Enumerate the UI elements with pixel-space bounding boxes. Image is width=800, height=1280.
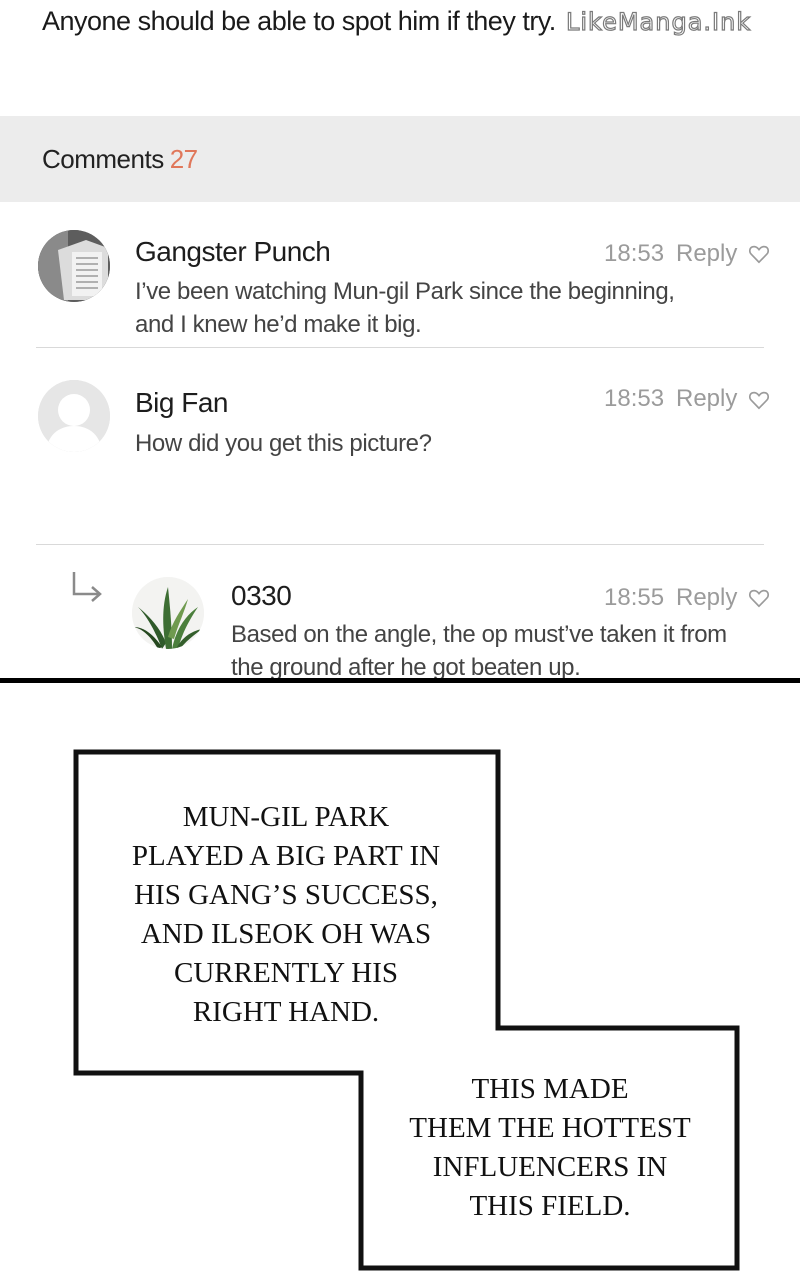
reply-button[interactable]: Reply bbox=[676, 584, 737, 612]
comments-header: Comments 27 bbox=[0, 116, 800, 202]
narration-line: THIS MADE bbox=[471, 1073, 629, 1105]
narration-line: CURRENTLY HIS bbox=[174, 957, 398, 989]
comment-line: I’ve been watching Mun-gil Park since th… bbox=[135, 278, 675, 305]
watermark: LikeManga.Ink bbox=[565, 7, 752, 36]
reply-button[interactable]: Reply bbox=[676, 385, 737, 413]
comment-screen-panel: Anyone should be able to spot him if the… bbox=[0, 0, 800, 680]
default-user-icon bbox=[38, 380, 110, 452]
avatar[interactable] bbox=[38, 380, 110, 452]
narration-line: AND ILSEOK OH WAS bbox=[140, 918, 432, 950]
comment-text: Based on the angle, the op must’ve taken… bbox=[231, 618, 727, 680]
comments-label: Comments bbox=[42, 144, 164, 174]
plant-avatar-icon bbox=[132, 577, 204, 649]
comment-time: 18:53 bbox=[604, 385, 665, 412]
photo-avatar-icon bbox=[38, 230, 110, 302]
comment-author[interactable]: Big Fan bbox=[135, 387, 229, 419]
comment-line: How did you get this picture? bbox=[135, 430, 432, 457]
narration-line: PLAYED A BIG PART IN bbox=[131, 840, 441, 872]
reply-arrow-icon bbox=[72, 572, 102, 602]
heart-icon[interactable] bbox=[748, 587, 770, 609]
heart-icon[interactable] bbox=[748, 243, 770, 265]
heart-icon[interactable] bbox=[748, 389, 770, 411]
narration-line: THIS FIELD. bbox=[469, 1190, 631, 1222]
narration-text-1: MUN-GIL PARK PLAYED A BIG PART IN HIS GA… bbox=[96, 798, 476, 1032]
comment-line: the ground after he got beaten up. bbox=[231, 654, 581, 680]
comment-text: I’ve been watching Mun-gil Park since th… bbox=[135, 275, 675, 341]
comment-author[interactable]: Gangster Punch bbox=[135, 236, 331, 268]
avatar[interactable] bbox=[132, 577, 204, 649]
comments-title: Comments 27 bbox=[42, 144, 198, 175]
narration-line: MUN-GIL PARK bbox=[182, 801, 390, 833]
comment-line: Based on the angle, the op must’ve taken… bbox=[231, 621, 727, 648]
divider bbox=[36, 347, 764, 348]
narration-line: THEM THE HOTTEST bbox=[409, 1112, 691, 1144]
comments-count: 27 bbox=[169, 144, 198, 174]
comment-text: How did you get this picture? bbox=[135, 427, 432, 460]
narration-line: HIS GANG’S SUCCESS, bbox=[134, 879, 438, 911]
post-text: Anyone should be able to spot him if the… bbox=[42, 6, 556, 36]
avatar[interactable] bbox=[38, 230, 110, 302]
comment-time: 18:55 bbox=[604, 584, 665, 611]
divider bbox=[36, 544, 764, 545]
narration-text-2: THIS MADE THEM THE HOTTEST INFLUENCERS I… bbox=[380, 1070, 720, 1226]
narration-line: INFLUENCERS IN bbox=[432, 1151, 668, 1183]
comment-time: 18:53 bbox=[604, 240, 665, 267]
comment-line: and I knew he’d make it big. bbox=[135, 311, 422, 338]
narration-line: RIGHT HAND. bbox=[192, 996, 380, 1028]
comment-author[interactable]: 0330 bbox=[231, 580, 292, 612]
reply-button[interactable]: Reply bbox=[676, 240, 737, 268]
